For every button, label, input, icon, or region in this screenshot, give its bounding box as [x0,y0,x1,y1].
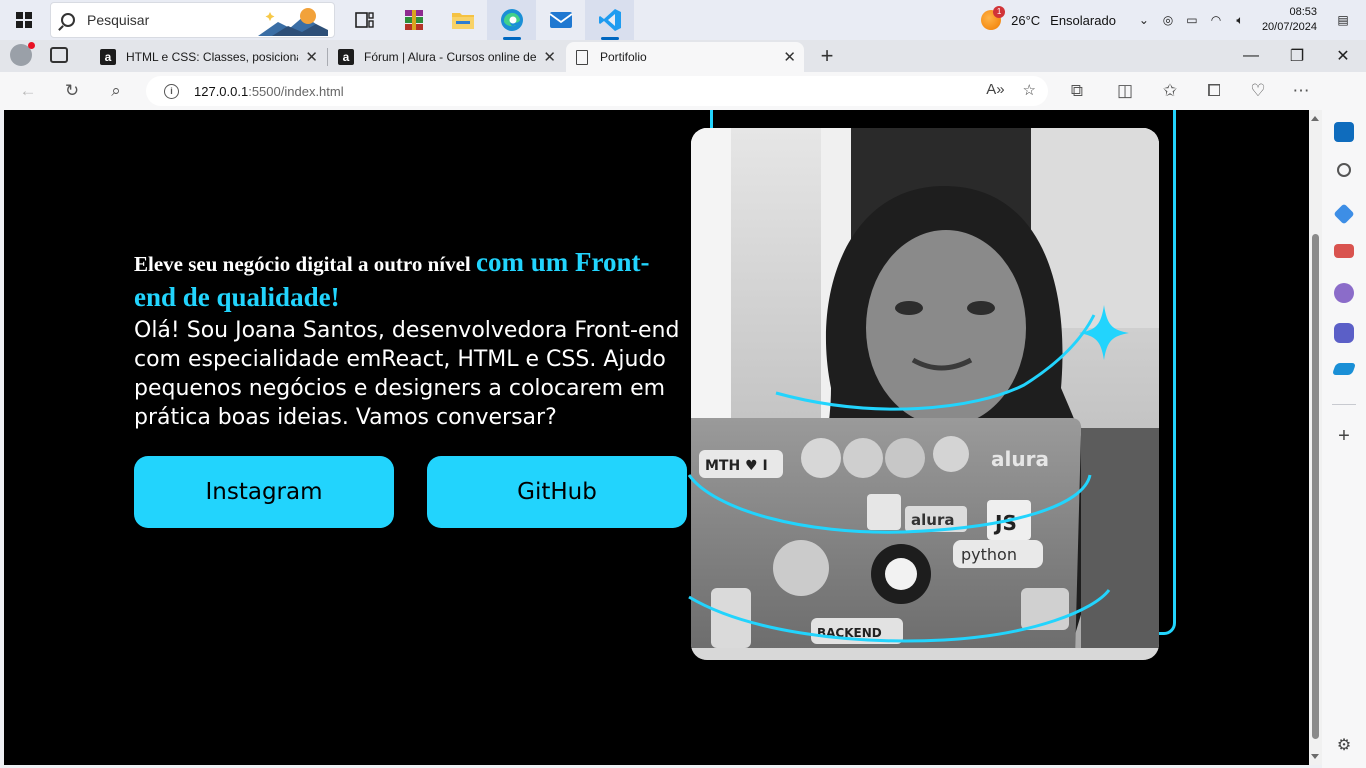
instagram-button[interactable]: Instagram [134,456,394,528]
page-favicon-icon [576,49,588,65]
new-tab-button[interactable]: + [816,42,838,70]
chevron-up-icon[interactable]: ⌄ [1137,13,1151,27]
weather-notification-badge: 1 [993,6,1006,18]
headline-plain-text: Eleve seu negócio digital a outro nível [134,252,477,276]
edge-sidebar: + ⚙ [1322,72,1366,768]
page-viewport: Eleve seu negócio digital a outro nível … [4,110,1309,765]
split-screen-icon[interactable]: ◫ [1115,81,1135,101]
folder-icon [451,13,474,29]
task-view-button[interactable] [340,0,389,40]
tab-alura-forum[interactable]: a Fórum | Alura - Cursos online de ✕ [328,42,564,72]
back-arrow-icon[interactable]: ← [18,81,38,101]
clock-date: 20/07/2024 [1261,21,1317,33]
browser-essentials-icon[interactable]: ♡ [1248,81,1268,101]
hero-headline: Eleve seu negócio digital a outro nível … [134,246,689,316]
vscode-icon [598,9,621,31]
url-host: 127.0.0.1 [194,83,249,99]
github-button[interactable]: GitHub [427,456,687,528]
taskbar-search-box[interactable]: Pesquisar [50,2,335,38]
scrollbar-thumb[interactable] [1312,234,1319,739]
games-icon[interactable] [1334,283,1354,303]
notifications-icon[interactable]: ▤ [1336,13,1350,27]
volume-icon[interactable]: 🔈︎ [1233,13,1247,27]
weather-sun-icon[interactable]: 1 [981,6,1006,30]
url-path: :5500/index.html [248,83,344,99]
tab-portfolio[interactable]: Portifolio ✕ [566,42,804,72]
search-highlight-art-icon [258,8,328,36]
profile-avatar[interactable] [10,42,35,66]
search-icon[interactable] [1337,163,1351,177]
hero-intro-paragraph: Olá! Sou Joana Santos, desenvolvedora Fr… [134,318,680,430]
hero-text-block: Eleve seu negócio digital a outro nível … [134,246,689,432]
site-info-icon[interactable]: i [164,83,179,99]
scroll-up-arrow-icon[interactable] [1311,116,1319,121]
tab-title: Portifolio [600,50,647,64]
extensions-icon[interactable]: ⧉ [1067,81,1087,101]
winrar-icon [404,10,423,30]
url-input[interactable]: i 127.0.0.1:5500/index.html A» ☆ [146,76,1048,106]
edge-icon [500,9,523,31]
windows-logo-icon [16,12,32,28]
file-explorer-taskbar-button[interactable] [438,0,487,40]
tools-briefcase-icon[interactable] [1334,244,1354,258]
close-tab-icon[interactable]: ✕ [305,48,318,66]
tab-alura-course[interactable]: a HTML e CSS: Classes, posicionam ✕ [90,42,326,72]
more-menu-icon[interactable]: ⋯ [1291,81,1311,101]
tab-actions-icon[interactable] [50,47,68,63]
wifi-icon[interactable]: ◠ [1209,13,1223,27]
favorites-icon[interactable]: ✩ [1160,81,1180,101]
favorite-star-icon[interactable]: ☆ [1023,81,1036,99]
mail-taskbar-button[interactable] [536,0,585,40]
windows-taskbar: Pesquisar 1 26°C Ensolarado ⌄ ◎ ▭ ◠ 🔈︎ 0… [0,0,1366,40]
mail-icon [548,12,573,28]
restore-button[interactable]: ❐ [1274,40,1320,72]
scroll-down-arrow-icon[interactable] [1311,754,1319,759]
weather-description: Ensolarado [1050,12,1116,28]
system-clock[interactable]: 08:53 20/07/2024 [1262,5,1317,35]
task-view-icon [354,12,374,28]
refresh-icon[interactable]: ↻ [62,81,82,101]
address-bar-row: ← ↻ ⌕ i 127.0.0.1:5500/index.html A» ☆ ⧉… [0,72,1366,110]
search-icon [61,13,75,27]
camera-tray-icon[interactable]: ◎ [1161,13,1175,27]
sidebar-divider [1332,404,1356,405]
send-drop-icon[interactable] [1331,363,1357,375]
alura-favicon-icon: a [338,49,354,65]
vscode-taskbar-button[interactable] [585,0,634,40]
outlook-icon[interactable] [1334,122,1354,142]
weather-temperature: 26°C [1011,12,1041,28]
search-icon[interactable]: ⌕ [106,81,126,101]
battery-icon[interactable]: ▭ [1185,13,1199,27]
windows-start-button[interactable] [0,0,48,40]
microsoft-365-icon[interactable] [1334,323,1354,343]
tab-title: HTML e CSS: Classes, posicionam [126,50,298,64]
edge-taskbar-button[interactable] [487,0,536,40]
orbit-lines-decoration-icon [687,305,1129,643]
close-tab-icon[interactable]: ✕ [543,48,556,66]
add-sidebar-item-icon[interactable]: + [1334,426,1354,446]
shopping-tag-icon[interactable] [1333,203,1355,225]
alura-favicon-icon: a [100,49,116,65]
read-aloud-icon[interactable]: A» [986,81,1004,99]
taskbar-search-placeholder: Pesquisar [87,12,150,28]
winrar-taskbar-button[interactable] [389,0,438,40]
sidebar-settings-gear-icon[interactable]: ⚙ [1334,736,1354,756]
tab-title: Fórum | Alura - Cursos online de [364,50,536,64]
close-window-button[interactable]: ✕ [1320,40,1366,72]
page-scrollbar[interactable] [1309,110,1322,765]
collections-icon[interactable]: ⧠ [1204,81,1224,101]
clock-time: 08:53 [1289,6,1317,18]
close-tab-icon[interactable]: ✕ [783,48,796,66]
minimize-button[interactable]: — [1228,40,1274,72]
